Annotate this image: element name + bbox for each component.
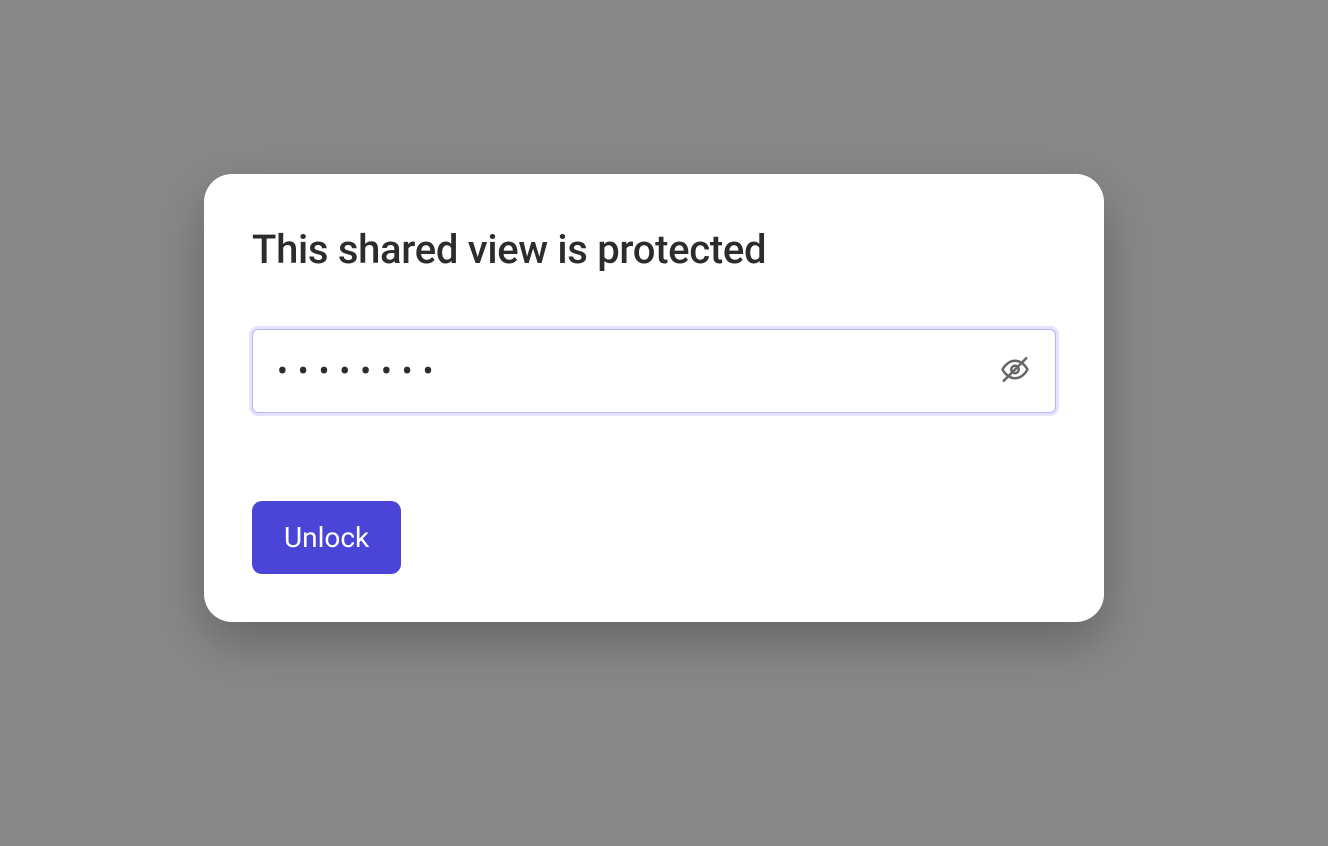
unlock-button[interactable]: Unlock	[252, 501, 401, 574]
modal-title: This shared view is protected	[252, 226, 1056, 273]
password-modal: This shared view is protected Unlock	[204, 174, 1104, 622]
password-input[interactable]	[252, 329, 1056, 413]
eye-off-icon	[1000, 355, 1030, 388]
toggle-password-visibility-button[interactable]	[994, 349, 1036, 394]
password-input-wrapper	[252, 329, 1056, 413]
